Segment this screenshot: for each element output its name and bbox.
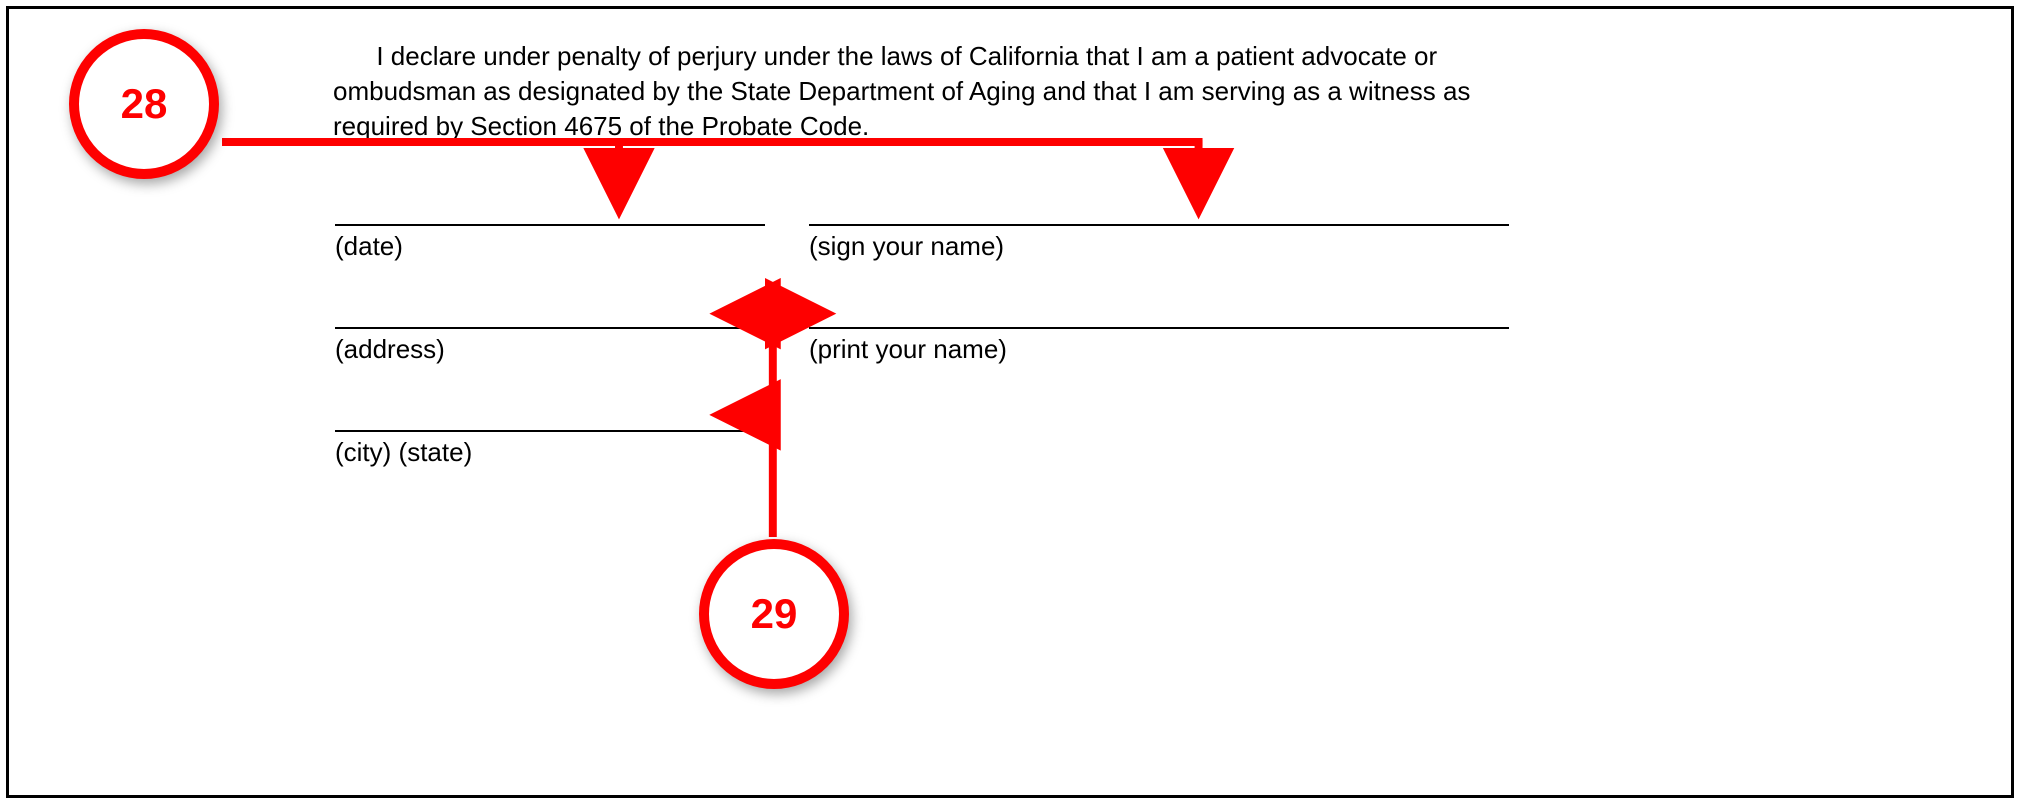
declaration-paragraph: I declare under penalty of perjury under… xyxy=(333,39,1523,144)
callout-29-number: 29 xyxy=(751,590,798,638)
date-field-label: (date) xyxy=(335,231,403,262)
city-state-field-label: (city) (state) xyxy=(335,437,472,468)
callout-28: 28 xyxy=(69,29,219,179)
address-field-line xyxy=(335,327,765,329)
document-frame: I declare under penalty of perjury under… xyxy=(6,6,2014,798)
callout-28-number: 28 xyxy=(121,80,168,128)
sign-field-label: (sign your name) xyxy=(809,231,1004,262)
city-state-field-line xyxy=(335,430,765,432)
callout-29: 29 xyxy=(699,539,849,689)
date-field-line xyxy=(335,224,765,226)
sign-field-line xyxy=(809,224,1509,226)
print-field-label: (print your name) xyxy=(809,334,1007,365)
print-field-line xyxy=(809,327,1509,329)
address-field-label: (address) xyxy=(335,334,445,365)
